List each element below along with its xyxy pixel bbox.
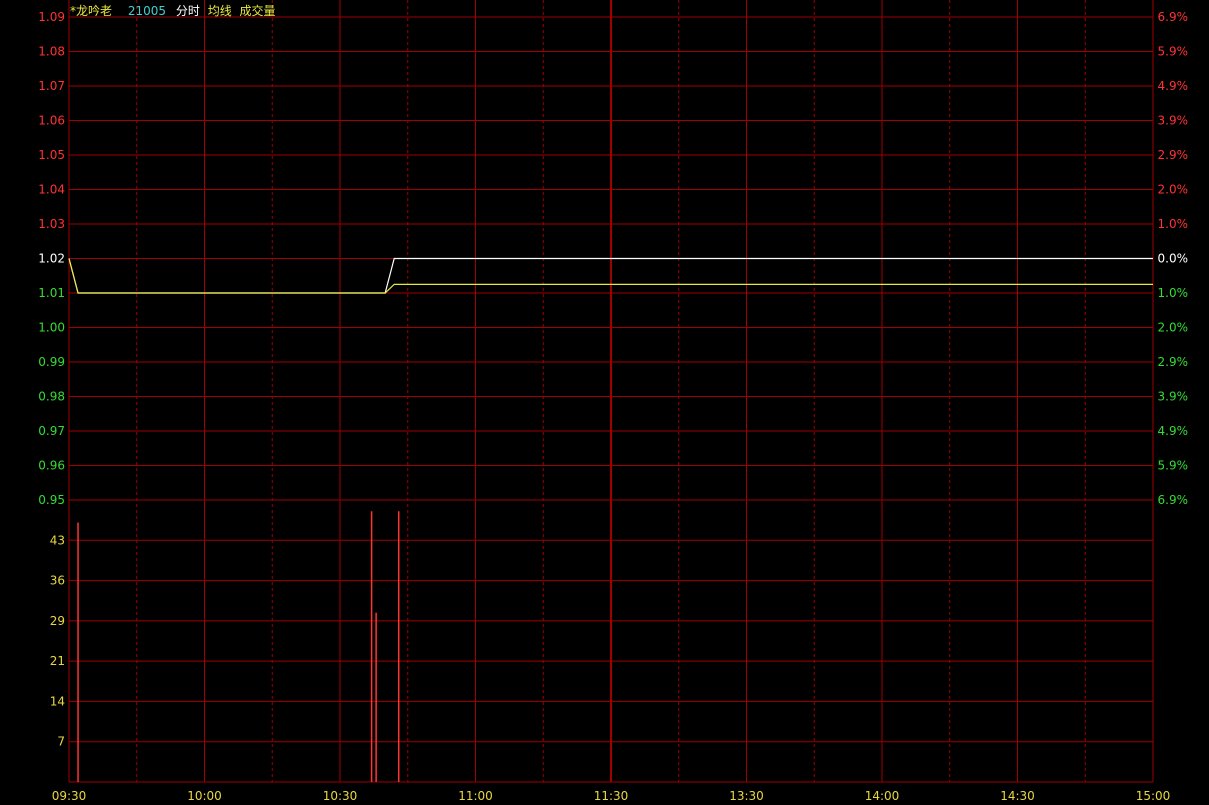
- pct-tick-label: 4.9%: [1158, 424, 1189, 438]
- price-tick-label: 1.05: [38, 148, 65, 162]
- pct-tick-label: 1.0%: [1158, 286, 1189, 300]
- time-tick-label: 14:30: [1000, 789, 1035, 803]
- time-tick-label: 14:00: [865, 789, 900, 803]
- price-tick-label: 1.00: [38, 321, 65, 335]
- time-tick-label: 11:00: [458, 789, 493, 803]
- volume-tick-label: 43: [50, 533, 65, 547]
- pct-tick-label: 2.0%: [1158, 321, 1189, 335]
- legend-volume: 成交量: [239, 4, 276, 18]
- volume-tick-label: 7: [57, 735, 65, 749]
- pct-tick-label: 2.9%: [1158, 148, 1189, 162]
- pct-tick-label: 6.9%: [1158, 493, 1189, 507]
- pct-tick-label: 5.9%: [1158, 45, 1189, 59]
- volume-tick-label: 36: [50, 574, 65, 588]
- pct-tick-label: 5.9%: [1158, 459, 1189, 473]
- time-tick-label: 10:00: [187, 789, 222, 803]
- time-tick-label: 11:30: [594, 789, 629, 803]
- price-tick-label: 1.03: [38, 217, 65, 231]
- legend-price: 分时: [175, 4, 200, 18]
- price-tick-label: 1.07: [38, 79, 65, 93]
- stock-code: 21005: [127, 4, 167, 18]
- price-tick-label: 1.02: [38, 252, 65, 266]
- volume-tick-label: 29: [50, 614, 65, 628]
- price-tick-label: 0.98: [38, 390, 65, 404]
- pct-tick-label: 2.9%: [1158, 355, 1189, 369]
- price-tick-label: 0.99: [38, 355, 65, 369]
- pct-tick-label: 6.9%: [1158, 10, 1189, 24]
- stock-name: *龙吟老: [70, 4, 113, 18]
- price-tick-label: 1.04: [38, 183, 65, 197]
- time-tick-label: 13:30: [729, 789, 764, 803]
- price-tick-label: 0.96: [38, 459, 65, 473]
- time-tick-label: 15:00: [1136, 789, 1171, 803]
- pct-tick-label: 3.9%: [1158, 114, 1189, 128]
- volume-tick-label: 21: [50, 654, 65, 668]
- chart-header: *龙吟老 21005 分时 均线 成交量: [70, 2, 282, 19]
- price-tick-label: 1.08: [38, 45, 65, 59]
- time-tick-label: 09:30: [52, 789, 87, 803]
- time-tick-label: 10:30: [323, 789, 358, 803]
- price-tick-label: 0.95: [38, 493, 65, 507]
- price-tick-label: 1.06: [38, 114, 65, 128]
- price-tick-label: 1.01: [38, 286, 65, 300]
- intraday-chart: 1.09 6.9% 1.08 5.9% 1.07 4.9% 1.06 3.9% 1.05 2.9%…: [0, 0, 1209, 805]
- pct-tick-label: 2.0%: [1158, 183, 1189, 197]
- pct-tick-label: 3.9%: [1158, 390, 1189, 404]
- pct-tick-label: 1.0%: [1158, 217, 1189, 231]
- volume-tick-label: 14: [50, 694, 65, 708]
- legend-avg: 均线: [207, 4, 232, 18]
- pct-tick-label: 0.0%: [1158, 252, 1189, 266]
- price-tick-label: 0.97: [38, 424, 65, 438]
- pct-tick-label: 4.9%: [1158, 79, 1189, 93]
- price-tick-label: 1.09: [38, 10, 65, 24]
